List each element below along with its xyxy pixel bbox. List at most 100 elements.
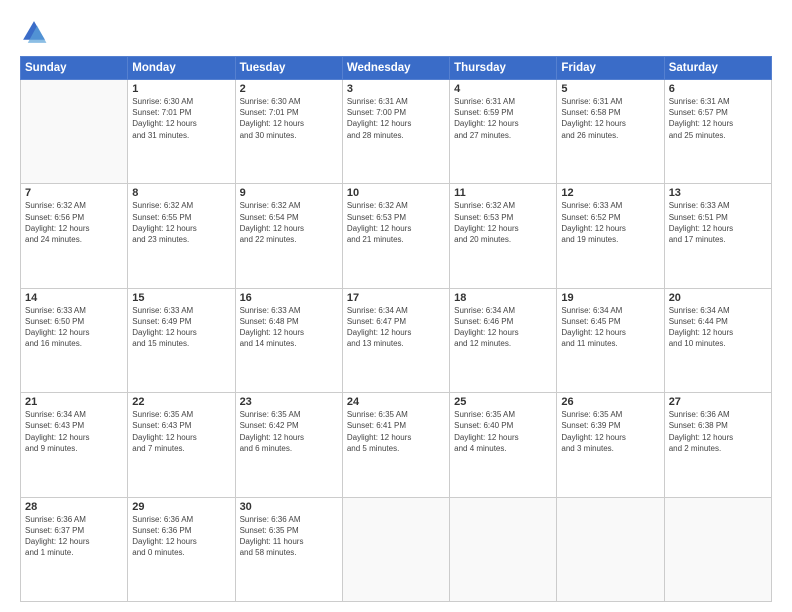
day-cell: 8Sunrise: 6:32 AM Sunset: 6:55 PM Daylig…	[128, 184, 235, 288]
day-info: Sunrise: 6:35 AM Sunset: 6:40 PM Dayligh…	[454, 409, 552, 454]
day-number: 23	[240, 396, 338, 408]
weekday-header-wednesday: Wednesday	[342, 57, 449, 80]
day-cell: 17Sunrise: 6:34 AM Sunset: 6:47 PM Dayli…	[342, 288, 449, 392]
day-info: Sunrise: 6:34 AM Sunset: 6:45 PM Dayligh…	[561, 305, 659, 350]
day-number: 9	[240, 187, 338, 199]
day-cell: 18Sunrise: 6:34 AM Sunset: 6:46 PM Dayli…	[450, 288, 557, 392]
day-number: 10	[347, 187, 445, 199]
calendar-table: SundayMondayTuesdayWednesdayThursdayFrid…	[20, 56, 772, 602]
logo-icon	[20, 18, 48, 46]
day-number: 28	[25, 501, 123, 513]
day-cell: 15Sunrise: 6:33 AM Sunset: 6:49 PM Dayli…	[128, 288, 235, 392]
day-cell: 20Sunrise: 6:34 AM Sunset: 6:44 PM Dayli…	[664, 288, 771, 392]
week-row-4: 21Sunrise: 6:34 AM Sunset: 6:43 PM Dayli…	[21, 393, 772, 497]
weekday-header-sunday: Sunday	[21, 57, 128, 80]
weekday-header-friday: Friday	[557, 57, 664, 80]
day-number: 12	[561, 187, 659, 199]
day-cell: 24Sunrise: 6:35 AM Sunset: 6:41 PM Dayli…	[342, 393, 449, 497]
header	[20, 18, 772, 46]
day-number: 1	[132, 83, 230, 95]
day-number: 17	[347, 292, 445, 304]
week-row-3: 14Sunrise: 6:33 AM Sunset: 6:50 PM Dayli…	[21, 288, 772, 392]
day-info: Sunrise: 6:31 AM Sunset: 6:57 PM Dayligh…	[669, 96, 767, 141]
day-cell: 26Sunrise: 6:35 AM Sunset: 6:39 PM Dayli…	[557, 393, 664, 497]
week-row-2: 7Sunrise: 6:32 AM Sunset: 6:56 PM Daylig…	[21, 184, 772, 288]
day-number: 16	[240, 292, 338, 304]
logo	[20, 18, 52, 46]
week-row-5: 28Sunrise: 6:36 AM Sunset: 6:37 PM Dayli…	[21, 497, 772, 601]
day-cell: 5Sunrise: 6:31 AM Sunset: 6:58 PM Daylig…	[557, 80, 664, 184]
day-info: Sunrise: 6:33 AM Sunset: 6:52 PM Dayligh…	[561, 200, 659, 245]
day-cell: 30Sunrise: 6:36 AM Sunset: 6:35 PM Dayli…	[235, 497, 342, 601]
weekday-header-saturday: Saturday	[664, 57, 771, 80]
day-number: 3	[347, 83, 445, 95]
day-number: 2	[240, 83, 338, 95]
day-number: 14	[25, 292, 123, 304]
day-cell: 27Sunrise: 6:36 AM Sunset: 6:38 PM Dayli…	[664, 393, 771, 497]
day-info: Sunrise: 6:36 AM Sunset: 6:36 PM Dayligh…	[132, 514, 230, 559]
week-row-1: 1 Sunrise: 6:30 AM Sunset: 7:01 PM Daylig…	[21, 80, 772, 184]
day-number: 7	[25, 187, 123, 199]
day-info: Sunrise: 6:35 AM Sunset: 6:43 PM Dayligh…	[132, 409, 230, 454]
day-cell: 23Sunrise: 6:35 AM Sunset: 6:42 PM Dayli…	[235, 393, 342, 497]
day-info: Sunrise: 6:35 AM Sunset: 6:42 PM Dayligh…	[240, 409, 338, 454]
day-cell	[557, 497, 664, 601]
day-cell: 1Sunrise: 6:30 AM Sunset: 7:01 PM Daylig…	[128, 80, 235, 184]
day-info: Sunrise: 6:34 AM Sunset: 6:44 PM Dayligh…	[669, 305, 767, 350]
day-info: Sunrise: 6:32 AM Sunset: 6:55 PM Dayligh…	[132, 200, 230, 245]
day-cell: 29Sunrise: 6:36 AM Sunset: 6:36 PM Dayli…	[128, 497, 235, 601]
day-info: Sunrise: 6:36 AM Sunset: 6:38 PM Dayligh…	[669, 409, 767, 454]
day-number: 21	[25, 396, 123, 408]
day-number: 15	[132, 292, 230, 304]
day-info: Sunrise: 6:32 AM Sunset: 6:53 PM Dayligh…	[454, 200, 552, 245]
day-cell: 19Sunrise: 6:34 AM Sunset: 6:45 PM Dayli…	[557, 288, 664, 392]
day-info: Sunrise: 6:36 AM Sunset: 6:35 PM Dayligh…	[240, 514, 338, 559]
day-number: 25	[454, 396, 552, 408]
day-cell: 7Sunrise: 6:32 AM Sunset: 6:56 PM Daylig…	[21, 184, 128, 288]
day-number: 19	[561, 292, 659, 304]
day-cell	[342, 497, 449, 601]
day-number: 11	[454, 187, 552, 199]
day-cell: 10Sunrise: 6:32 AM Sunset: 6:53 PM Dayli…	[342, 184, 449, 288]
day-info: Sunrise: 6:33 AM Sunset: 6:49 PM Dayligh…	[132, 305, 230, 350]
day-info: Sunrise: 6:33 AM Sunset: 6:51 PM Dayligh…	[669, 200, 767, 245]
day-cell: 2Sunrise: 6:30 AM Sunset: 7:01 PM Daylig…	[235, 80, 342, 184]
day-number: 26	[561, 396, 659, 408]
day-number: 27	[669, 396, 767, 408]
day-info: Sunrise: 6:31 AM Sunset: 6:58 PM Dayligh…	[561, 96, 659, 141]
day-cell: 22Sunrise: 6:35 AM Sunset: 6:43 PM Dayli…	[128, 393, 235, 497]
day-info: Sunrise: 6:33 AM Sunset: 6:48 PM Dayligh…	[240, 305, 338, 350]
day-info: Sunrise: 6:34 AM Sunset: 6:47 PM Dayligh…	[347, 305, 445, 350]
weekday-header-tuesday: Tuesday	[235, 57, 342, 80]
day-info: Sunrise: 6:35 AM Sunset: 6:39 PM Dayligh…	[561, 409, 659, 454]
day-cell: 13Sunrise: 6:33 AM Sunset: 6:51 PM Dayli…	[664, 184, 771, 288]
day-number: 4	[454, 83, 552, 95]
day-number: 18	[454, 292, 552, 304]
page: SundayMondayTuesdayWednesdayThursdayFrid…	[0, 0, 792, 612]
day-cell: 14Sunrise: 6:33 AM Sunset: 6:50 PM Dayli…	[21, 288, 128, 392]
day-cell	[21, 80, 128, 184]
weekday-header-row: SundayMondayTuesdayWednesdayThursdayFrid…	[21, 57, 772, 80]
day-number: 5	[561, 83, 659, 95]
day-number: 30	[240, 501, 338, 513]
day-cell: 6Sunrise: 6:31 AM Sunset: 6:57 PM Daylig…	[664, 80, 771, 184]
day-info: Sunrise: 6:30 AM Sunset: 7:01 PM Dayligh…	[240, 96, 338, 141]
day-cell	[664, 497, 771, 601]
day-cell	[450, 497, 557, 601]
day-cell: 16Sunrise: 6:33 AM Sunset: 6:48 PM Dayli…	[235, 288, 342, 392]
day-info: Sunrise: 6:32 AM Sunset: 6:53 PM Dayligh…	[347, 200, 445, 245]
day-info: Sunrise: 6:35 AM Sunset: 6:41 PM Dayligh…	[347, 409, 445, 454]
day-number: 6	[669, 83, 767, 95]
day-cell: 9Sunrise: 6:32 AM Sunset: 6:54 PM Daylig…	[235, 184, 342, 288]
day-info: Sunrise: 6:31 AM Sunset: 6:59 PM Dayligh…	[454, 96, 552, 141]
day-cell: 25Sunrise: 6:35 AM Sunset: 6:40 PM Dayli…	[450, 393, 557, 497]
day-cell: 12Sunrise: 6:33 AM Sunset: 6:52 PM Dayli…	[557, 184, 664, 288]
day-info: Sunrise: 6:34 AM Sunset: 6:46 PM Dayligh…	[454, 305, 552, 350]
weekday-header-thursday: Thursday	[450, 57, 557, 80]
day-info: Sunrise: 6:32 AM Sunset: 6:56 PM Dayligh…	[25, 200, 123, 245]
day-number: 22	[132, 396, 230, 408]
day-info: Sunrise: 6:31 AM Sunset: 7:00 PM Dayligh…	[347, 96, 445, 141]
day-number: 20	[669, 292, 767, 304]
day-info: Sunrise: 6:34 AM Sunset: 6:43 PM Dayligh…	[25, 409, 123, 454]
day-cell: 4Sunrise: 6:31 AM Sunset: 6:59 PM Daylig…	[450, 80, 557, 184]
